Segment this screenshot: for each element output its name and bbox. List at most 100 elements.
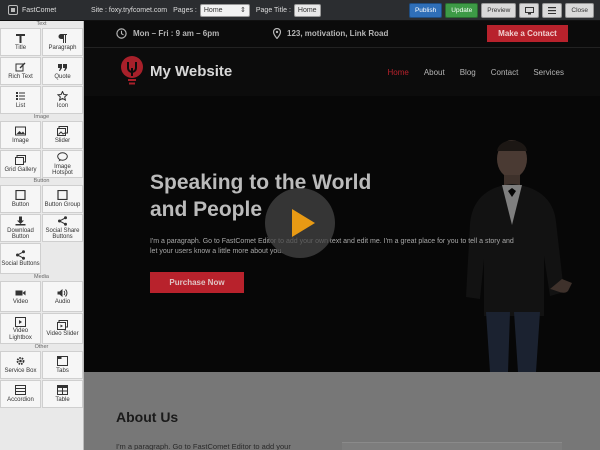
star-icon — [57, 91, 68, 102]
widget-download-button[interactable]: Download Button — [0, 214, 41, 242]
widget-label: Download Button — [7, 227, 34, 241]
tabs-icon — [57, 356, 68, 367]
widget-social-share-buttons[interactable]: Social Share Buttons — [42, 214, 83, 242]
widget-slider[interactable]: Slider — [42, 121, 83, 149]
pages-select[interactable]: Home ⇕ — [199, 3, 250, 17]
widget-label: Table — [55, 396, 70, 403]
address-info: 123, motivation, Link Road — [273, 28, 388, 39]
lightbulb-logo-icon — [121, 56, 143, 85]
section-text: Text — [36, 21, 47, 27]
video-slider-icon — [57, 319, 68, 330]
fastcomet-logo-icon — [8, 5, 18, 15]
widget-label: Grid Gallery — [4, 166, 37, 173]
brand-name: FastComet — [22, 6, 57, 14]
widget-label: Button Group — [44, 201, 81, 208]
nav-services[interactable]: Services — [533, 68, 564, 77]
hours-text: Mon – Fri : 9 am – 6pm — [133, 29, 220, 38]
widget-label: Tabs — [56, 367, 69, 374]
widget-label: Slider — [54, 137, 71, 144]
widget-label: Service Box — [4, 367, 37, 374]
widget-button[interactable]: Button — [0, 185, 41, 213]
widget-image[interactable]: Image — [0, 121, 41, 149]
nav-blog[interactable]: Blog — [460, 68, 476, 77]
info-bar: Mon – Fri : 9 am – 6pm 123, motivation, … — [84, 21, 600, 48]
widget-video-lightbox[interactable]: Video Lightbox — [0, 313, 41, 344]
widget-grid-gallery[interactable]: Grid Gallery — [0, 150, 41, 178]
video-play-button[interactable] — [265, 188, 335, 258]
widget-label: Accordion — [7, 396, 34, 403]
widget-accordion[interactable]: Accordion — [0, 380, 41, 408]
about-section[interactable]: About Us I'm a paragraph. Go to FastCome… — [84, 372, 600, 450]
square-icon — [57, 190, 68, 201]
widget-icon[interactable]: Icon — [42, 86, 83, 114]
widget-title[interactable]: Title — [0, 28, 41, 56]
share-icon — [15, 249, 26, 260]
list-icon — [15, 91, 26, 102]
widget-quote[interactable]: Quote — [42, 57, 83, 85]
widget-label: Video — [12, 299, 29, 306]
widget-rich-text[interactable]: Rich Text — [0, 57, 41, 85]
nav-about[interactable]: About — [424, 68, 445, 77]
site-brand[interactable]: My Website — [120, 56, 232, 86]
gear-icon — [15, 356, 26, 367]
widget-image-hotspot[interactable]: Image Hotspot — [42, 150, 83, 178]
hero-paragraph: I'm a paragraph. Go to FastComet Editor … — [150, 238, 514, 255]
publish-button[interactable]: Publish — [408, 3, 443, 18]
desktop-view-button[interactable] — [519, 3, 540, 18]
widget-tabs[interactable]: Tabs — [42, 351, 83, 379]
widget-service-box[interactable]: Service Box — [0, 351, 41, 379]
pages-select-value: Home — [203, 6, 223, 14]
location-pin-icon — [273, 28, 281, 39]
about-card — [342, 442, 562, 450]
section-button: Button — [33, 178, 50, 184]
monitor-icon — [524, 6, 534, 14]
nav-home[interactable]: Home — [387, 68, 408, 77]
hero-section[interactable]: Mon – Fri : 9 am – 6pm 123, motivation, … — [84, 21, 600, 372]
widget-video[interactable]: Video — [0, 281, 41, 312]
toolbar-actions: Publish Update Preview Close — [408, 3, 594, 18]
close-button[interactable]: Close — [565, 3, 594, 18]
quote-icon — [57, 62, 68, 73]
clock-icon — [116, 28, 127, 39]
speaker-icon — [57, 287, 68, 298]
widget-list[interactable]: List — [0, 86, 41, 114]
hours-info: Mon – Fri : 9 am – 6pm — [116, 28, 219, 39]
widget-label: Button — [11, 201, 30, 208]
widget-empty — [42, 243, 83, 274]
update-button[interactable]: Update — [445, 3, 479, 18]
download-icon — [15, 216, 26, 227]
widget-audio[interactable]: Audio — [42, 281, 83, 312]
widget-table[interactable]: Table — [42, 380, 83, 408]
site-label: Site : foxy.tryfcomet.com — [91, 6, 168, 14]
gallery-icon — [15, 155, 26, 166]
widget-social-buttons[interactable]: Social Buttons — [0, 243, 41, 274]
widget-label: Image — [12, 137, 29, 144]
widget-label: Rich Text — [8, 73, 33, 80]
chevron-updown-icon: ⇕ — [240, 7, 246, 14]
pages-label: Pages : — [173, 6, 197, 14]
widget-button-group[interactable]: Button Group — [42, 185, 83, 213]
image-icon — [15, 126, 26, 137]
preview-button[interactable]: Preview — [481, 3, 517, 18]
page-title-input[interactable]: Home — [293, 3, 321, 17]
menu-button[interactable] — [542, 3, 563, 18]
make-contact-button[interactable]: Make a Contact — [487, 25, 568, 42]
purchase-now-button[interactable]: Purchase Now — [150, 272, 244, 293]
widget-label: Paragraph — [48, 44, 77, 51]
nav-contact[interactable]: Contact — [491, 68, 519, 77]
menu-icon — [548, 7, 557, 14]
widget-paragraph[interactable]: Paragraph — [42, 28, 83, 56]
page-title-label: Page Title : — [255, 6, 291, 14]
widget-label: Title — [14, 44, 27, 51]
editor-toolbar: FastComet Site : foxy.tryfcomet.com Page… — [0, 0, 600, 21]
widget-label: Image Hotspot — [52, 163, 73, 177]
widget-video-slider[interactable]: Video Slider — [42, 313, 83, 344]
play-icon — [291, 209, 315, 237]
edit-icon — [15, 62, 26, 73]
text-t-icon — [15, 33, 26, 44]
site-preview: Mon – Fri : 9 am – 6pm 123, motivation, … — [84, 21, 600, 450]
site-navbar: My Website Home About Blog Contact Servi… — [84, 48, 600, 96]
widget-label: Video Lightbox — [9, 328, 32, 341]
accordion-icon — [15, 385, 26, 396]
paragraph-icon — [57, 33, 68, 44]
